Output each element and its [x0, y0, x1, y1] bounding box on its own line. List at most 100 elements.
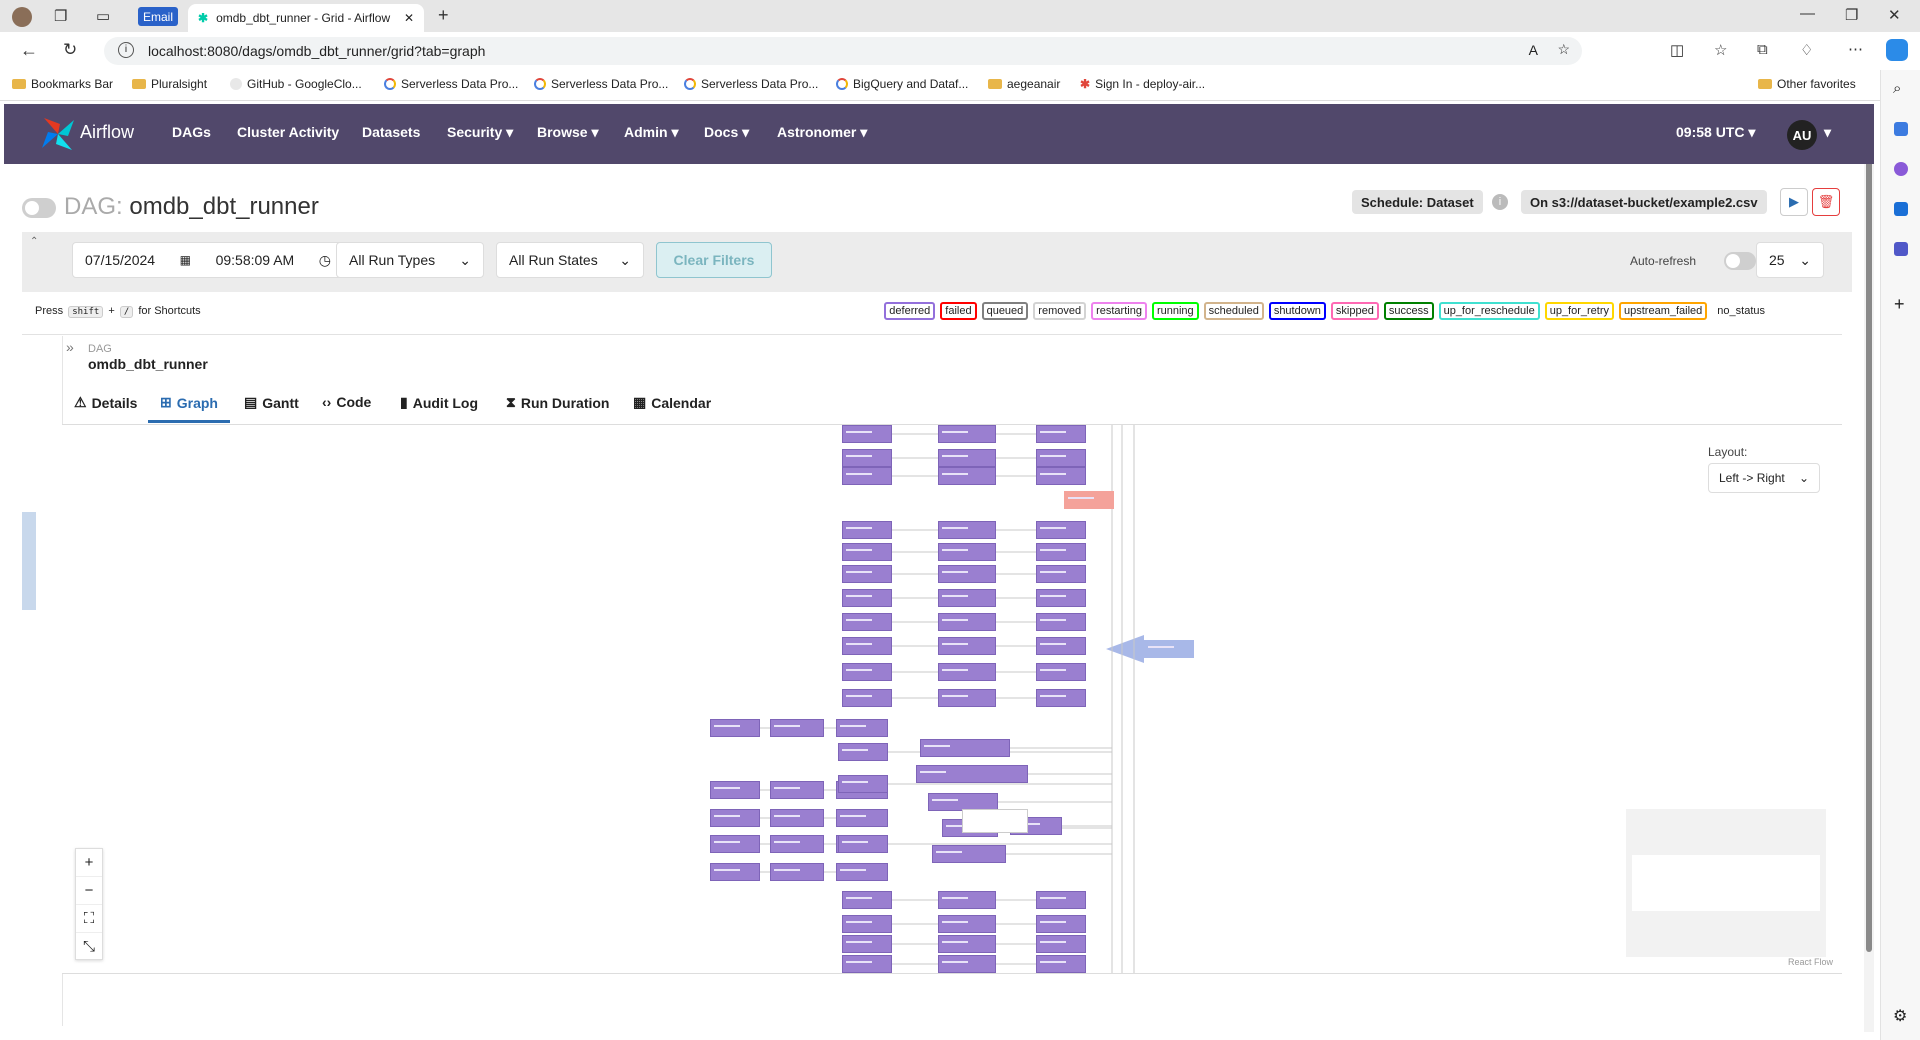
grid-run-bar[interactable]: [22, 512, 36, 610]
airflow-logo-icon[interactable]: [38, 114, 78, 154]
task-node[interactable]: [842, 613, 892, 631]
zoom-out-button[interactable]: −: [76, 877, 102, 905]
task-node[interactable]: [1036, 449, 1086, 467]
task-node[interactable]: [838, 743, 888, 761]
react-flow-attribution[interactable]: React Flow: [1788, 957, 1833, 967]
task-node[interactable]: [1036, 955, 1086, 973]
task-node[interactable]: [770, 781, 824, 799]
task-node[interactable]: [938, 449, 996, 467]
nav-astronomer[interactable]: Astronomer ▾: [777, 124, 867, 141]
legend-removed[interactable]: removed: [1033, 302, 1087, 320]
graph-minimap[interactable]: [1626, 809, 1826, 957]
task-node[interactable]: [842, 521, 892, 539]
teams-icon[interactable]: [1894, 242, 1908, 256]
tab-code[interactable]: ‹› Code: [322, 394, 371, 410]
breadcrumb-dag-name[interactable]: omdb_dbt_runner: [88, 356, 208, 372]
legend-running[interactable]: running: [1151, 302, 1199, 320]
tools-icon[interactable]: [1894, 162, 1908, 176]
task-node[interactable]: [938, 425, 996, 443]
task-node[interactable]: [1036, 613, 1086, 631]
task-node[interactable]: [916, 765, 1028, 783]
user-menu-caret-icon[interactable]: ▾: [1824, 124, 1831, 141]
bookmark-link[interactable]: Serverless Data Pro...: [384, 77, 518, 91]
task-node[interactable]: [770, 835, 824, 853]
nav-dags[interactable]: DAGs: [172, 124, 211, 140]
brand-name[interactable]: Airflow: [80, 122, 134, 143]
user-avatar[interactable]: AU: [1787, 120, 1817, 150]
site-info-icon[interactable]: i: [118, 42, 134, 58]
task-node[interactable]: [842, 915, 892, 933]
task-node[interactable]: [842, 955, 892, 973]
task-node[interactable]: [1036, 663, 1086, 681]
legend-upstream_failed[interactable]: upstream_failed: [1619, 302, 1708, 320]
collections-icon[interactable]: ⧉: [1757, 41, 1768, 58]
graph-canvas[interactable]: Layout: Left -> Right ⌄ + − ⛶ ⤡ React Flo…: [62, 424, 1842, 974]
task-node[interactable]: [842, 891, 892, 909]
task-node[interactable]: [1036, 891, 1086, 909]
task-node[interactable]: [770, 809, 824, 827]
task-node[interactable]: [770, 719, 824, 737]
task-node[interactable]: [842, 935, 892, 953]
split-screen-icon[interactable]: ◫: [1670, 41, 1684, 59]
legend-up_for_retry[interactable]: up_for_retry: [1544, 302, 1615, 320]
layout-select[interactable]: Left -> Right ⌄: [1708, 463, 1820, 493]
favorite-star-icon[interactable]: ☆: [1557, 41, 1570, 58]
tab-audit-log[interactable]: ▮ Audit Log: [400, 394, 478, 411]
legend-skipped[interactable]: skipped: [1330, 302, 1379, 320]
nav-cluster-activity[interactable]: Cluster Activity: [237, 124, 339, 140]
page-scrollbar[interactable]: [1864, 104, 1874, 1032]
tab-calendar[interactable]: ▦ Calendar: [633, 394, 711, 411]
legend-failed[interactable]: failed: [940, 302, 977, 320]
task-node[interactable]: [842, 449, 892, 467]
task-node[interactable]: [842, 637, 892, 655]
task-node[interactable]: [836, 863, 888, 881]
settings-icon[interactable]: ⚙: [1893, 1006, 1907, 1026]
task-node[interactable]: [842, 425, 892, 443]
task-node[interactable]: [932, 845, 1006, 863]
task-node[interactable]: [710, 863, 760, 881]
task-node[interactable]: [938, 467, 996, 485]
read-aloud-icon[interactable]: A: [1529, 42, 1538, 58]
fit-view-button[interactable]: ⛶: [76, 905, 102, 933]
info-icon[interactable]: i: [1492, 194, 1508, 210]
tab-details[interactable]: ⚠ Details: [74, 394, 137, 411]
nav-browse[interactable]: Browse ▾: [537, 124, 599, 141]
tab-actions-icon[interactable]: ▭: [96, 7, 110, 25]
task-node[interactable]: [842, 565, 892, 583]
bookmark-link[interactable]: ✱ Sign In - deploy-air...: [1080, 77, 1205, 91]
nav-docs[interactable]: Docs ▾: [704, 124, 749, 141]
task-node[interactable]: [770, 863, 824, 881]
bookmark-link[interactable]: BigQuery and Dataf...: [836, 77, 968, 91]
workspaces-icon[interactable]: ❐: [54, 7, 67, 25]
task-node[interactable]: [938, 915, 996, 933]
task-group-node[interactable]: [962, 809, 1028, 833]
minimize-icon[interactable]: —: [1800, 5, 1815, 22]
shopping-icon[interactable]: [1894, 122, 1908, 136]
run-state-select[interactable]: All Run States ⌄: [496, 242, 644, 278]
task-node[interactable]: [842, 543, 892, 561]
task-node[interactable]: [842, 663, 892, 681]
task-node[interactable]: [710, 719, 760, 737]
favorites-icon[interactable]: ☆: [1714, 41, 1727, 59]
search-icon[interactable]: ⌕: [1893, 80, 1901, 97]
task-node[interactable]: [1036, 915, 1086, 933]
task-node[interactable]: [938, 613, 996, 631]
bookmark-folder[interactable]: Bookmarks Bar: [12, 77, 113, 91]
base-date-input[interactable]: 07/15/2024 ▦ 09:58:09 AM ◷: [72, 242, 344, 278]
nav-security[interactable]: Security ▾: [447, 124, 513, 141]
legend-deferred[interactable]: deferred: [884, 302, 936, 320]
task-node[interactable]: [1036, 565, 1086, 583]
other-favorites[interactable]: Other favorites: [1758, 77, 1856, 91]
outlook-icon[interactable]: [1894, 202, 1908, 216]
tab-gantt[interactable]: ▤ Gantt: [244, 394, 299, 411]
clear-filters-button[interactable]: Clear Filters: [656, 242, 772, 278]
task-node[interactable]: [1036, 589, 1086, 607]
close-window-icon[interactable]: ✕: [1888, 6, 1901, 24]
extensions-icon[interactable]: ♢: [1800, 41, 1813, 59]
task-node[interactable]: [1036, 543, 1086, 561]
email-tab[interactable]: Email: [138, 7, 179, 26]
task-node[interactable]: [938, 663, 996, 681]
task-node[interactable]: [838, 835, 888, 853]
task-node[interactable]: [938, 521, 996, 539]
copilot-icon[interactable]: [1886, 39, 1908, 61]
